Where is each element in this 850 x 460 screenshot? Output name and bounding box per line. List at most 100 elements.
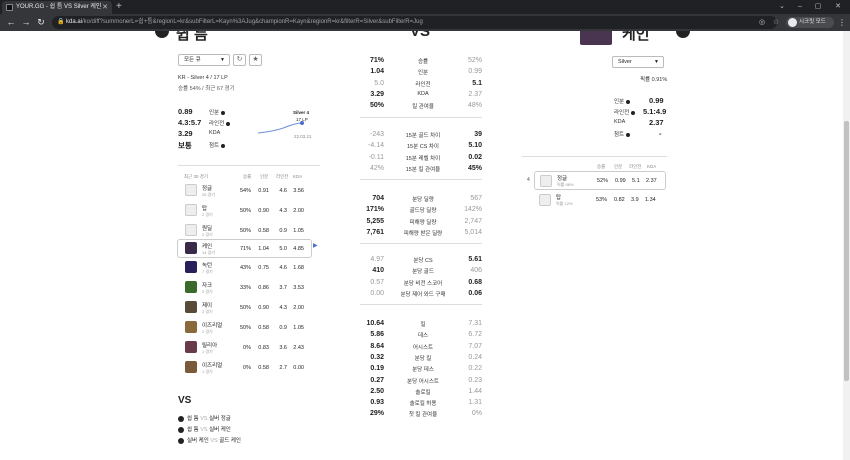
url-host: kda.ai — [66, 19, 83, 25]
scrollbar-thumb[interactable] — [844, 121, 849, 381]
left-value: 0.32 — [370, 353, 384, 361]
top-lane-icon — [185, 204, 197, 216]
address-bar[interactable]: 🔒 kda.ai/ko/diff?summonerL=쉽+틈&regionL=k… — [52, 16, 777, 29]
metric-label: 솔로킬 허용 — [409, 401, 437, 408]
position-row-jungle[interactable]: 정글 26 경기 54% 0.91 4.6 3.56 — [178, 182, 314, 201]
r-stat-cheat-label: 첨트 — [614, 130, 631, 138]
champion-portrait — [185, 361, 197, 373]
comparison-row: 410 분당 골드 406 — [360, 267, 482, 278]
browser-menu-icon[interactable]: ⋮ — [838, 14, 846, 31]
metric-label: 15분 레벨 차이 — [405, 155, 441, 162]
comparison-row: 8.64 어시스트 7.07 — [360, 343, 482, 354]
champion-row[interactable]: 녹턴 7 경기 43% 0.75 4.6 1.68 — [178, 259, 314, 278]
champion-ibun: 0.90 — [258, 305, 269, 311]
position-row-top[interactable]: 탑 2 경기 50% 0.90 4.3 2.00 — [178, 202, 314, 221]
comparison-row: 4.97 분당 CS 5.61 — [360, 256, 482, 267]
champion-ibun: 0.75 — [258, 265, 269, 271]
champion-row-kayn[interactable]: 케인 14 경기 71% 1.04 5.0 4.85 — [177, 239, 312, 258]
champion-lane: 2.7 — [279, 365, 287, 371]
right-value: 142% — [464, 206, 482, 214]
vs-link[interactable]: 쉽 틈 VS 실버 정글 — [178, 414, 231, 422]
champion-lane: 3.6 — [279, 345, 287, 351]
vs-link[interactable]: 실버 케인 VS 골드 케인 — [178, 436, 241, 444]
champion-portrait — [185, 301, 197, 313]
back-icon[interactable]: ← — [5, 14, 17, 31]
forward-icon[interactable]: → — [20, 14, 32, 31]
divider — [360, 179, 482, 181]
stat-lane-label: 라인전 — [209, 119, 231, 127]
tier-filter-select[interactable]: Silver ▼ — [612, 56, 664, 68]
champion-portrait — [185, 242, 197, 254]
metric-label: KDA — [417, 90, 429, 97]
close-window-icon[interactable]: ✕ — [828, 0, 848, 14]
vs-header: VS — [410, 31, 431, 40]
champion-name: 이즈리얼 — [202, 363, 223, 369]
right-value: 52% — [467, 57, 482, 64]
champion-kda: 4.85 — [293, 246, 304, 252]
champion-games: 2 경기 — [202, 309, 213, 314]
r-position-row-jungle[interactable]: 정글 픽률 88% 52% 0.99 5.1 2.37 — [534, 171, 666, 190]
left-value: 5.0 — [374, 79, 384, 87]
right-value: 7.31 — [468, 320, 482, 327]
refresh-button[interactable]: ↻ — [233, 54, 246, 66]
champion-name: 자크 — [202, 283, 213, 289]
browser-tab[interactable]: YOUR.GG - 쉽 틈 VS Silver 케인 ✕ — [2, 1, 112, 14]
info-icon — [626, 99, 631, 104]
metric-label: 분당 CS — [413, 258, 433, 264]
left-value: 0.93 — [370, 399, 384, 407]
metric-label: 15분 CS 차이 — [407, 144, 439, 151]
right-value: 0.24 — [468, 353, 482, 361]
champion-row[interactable]: 릴리아 1 경기 0% 0.83 3.6 2.43 — [178, 339, 314, 358]
col-win: 승률 — [243, 174, 252, 179]
r-position-kda: 1.34 — [645, 197, 656, 203]
position-name: 정글 — [202, 186, 213, 192]
favorite-button[interactable]: ★ — [249, 54, 262, 66]
stat-ibun-value: 0.89 — [178, 107, 193, 116]
champion-row[interactable]: 이즈리얼 2 경기 50% 0.58 0.9 1.05 — [178, 319, 314, 338]
pick-rate-text: 픽률 0.91% — [640, 77, 668, 83]
comparison-row: 1.04 인분 0.99 — [360, 68, 482, 79]
left-value: 704 — [372, 195, 384, 202]
r-position-row-top[interactable]: 탑 픽률 12% 53% 0.82 3.9 1.34 — [534, 191, 666, 210]
queue-filter-select[interactable]: 모든 큐 ▼ — [178, 54, 230, 66]
new-tab-button[interactable]: + — [116, 0, 122, 14]
divider — [360, 116, 482, 118]
metric-label: 분당 비전 스코어 — [403, 280, 443, 287]
page-scrollbar[interactable] — [843, 31, 850, 460]
info-icon — [226, 121, 231, 126]
close-tab-icon[interactable]: ✕ — [102, 1, 108, 14]
comparison-row: 7,761 피해량 받은 딜량 5,014 — [360, 229, 482, 240]
right-value: 2,747 — [464, 217, 482, 225]
champion-kda: 1.68 — [293, 265, 304, 271]
r-position-pick: 픽률 88% — [557, 182, 574, 187]
r-stat-kda-value: 2.37 — [649, 118, 664, 127]
lock-icon: 🔒 — [57, 19, 65, 25]
champion-row[interactable]: 자크 3 경기 33% 0.86 3.7 3.53 — [178, 279, 314, 298]
minimize-icon[interactable]: – — [790, 0, 810, 14]
left-value: 0.00 — [370, 289, 384, 297]
vs-link[interactable]: 쉽 틈 VS 실버 케인 — [178, 425, 231, 433]
chevron-down-icon: ▼ — [220, 57, 225, 63]
bot-lane-icon — [185, 224, 197, 236]
window-list-icon[interactable]: ⌄ — [772, 0, 792, 14]
position-ibun: 0.58 — [258, 228, 269, 234]
left-value: 5.86 — [370, 331, 384, 339]
incognito-eye-icon[interactable]: ◎ — [757, 14, 767, 31]
maximize-icon[interactable]: ▢ — [808, 0, 828, 14]
champion-name: 릴리아 — [202, 343, 218, 349]
metric-label: 솔로킬 — [415, 389, 431, 396]
comparison-row: 704 분당 딜량 567 — [360, 195, 482, 206]
profile-label: 시크릿 모드 — [799, 19, 826, 25]
metric-label: 분당 골드 — [412, 269, 434, 276]
champion-row[interactable]: 이즈리얼 1 경기 0% 0.58 2.7 0.00 — [178, 359, 314, 378]
champion-name: 제이 — [202, 303, 213, 309]
reload-icon[interactable]: ↻ — [35, 14, 47, 31]
metric-label: 분당 어시스트 — [407, 378, 439, 385]
star-icon: ★ — [252, 56, 259, 63]
champion-row[interactable]: 제이 2 경기 50% 0.90 4.3 2.00 — [178, 299, 314, 318]
profile-button[interactable]: 시크릿 모드 — [786, 17, 834, 28]
col-lane: 라인전 — [276, 174, 289, 179]
position-ibun: 0.91 — [258, 188, 269, 194]
bookmark-star-icon[interactable]: ☆ — [771, 14, 781, 31]
champion-name: 녹턴 — [202, 263, 213, 269]
